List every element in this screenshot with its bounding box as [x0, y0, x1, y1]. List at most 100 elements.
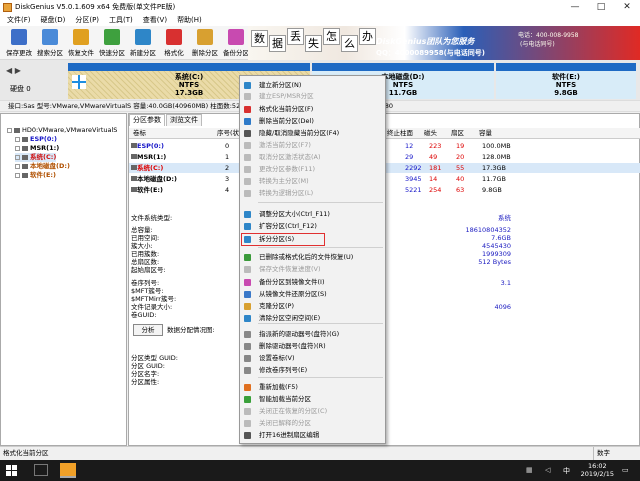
menu-disk[interactable]: 硬盘(D) — [36, 14, 71, 26]
quick-partition-button[interactable]: 快速分区 — [97, 28, 127, 58]
cell-cyl: 5221 — [405, 186, 422, 194]
menu-item-label: 激活当前分区(F7) — [259, 141, 311, 149]
menu-help[interactable]: 帮助(H) — [172, 14, 207, 26]
context-menu-item[interactable]: 删除驱动器号(盘符)(R) — [242, 341, 385, 352]
cell-head: 14 — [429, 175, 438, 183]
menu-item-label: 打开16进制扇区编辑 — [259, 431, 320, 439]
context-menu-item: 激活当前分区(F7) — [242, 140, 385, 151]
partition-icon — [22, 136, 28, 142]
menu-item-icon — [244, 331, 251, 338]
expand-icon[interactable] — [15, 136, 20, 142]
context-menu-item[interactable]: 已删除或格式化后的文件恢复(U) — [242, 252, 385, 263]
backup-partition-icon — [228, 29, 244, 45]
analyze-button[interactable]: 分析 — [133, 324, 163, 336]
context-menu-item[interactable]: 清除分区空闲空间(E) — [242, 313, 385, 324]
disk-nav-arrows[interactable]: ◀ ▶ — [6, 66, 21, 75]
new-partition-button[interactable]: 新建分区 — [128, 28, 158, 58]
context-menu-item[interactable]: 拆分分区(S) — [242, 234, 385, 245]
fs-field-label: 卷序列号: — [131, 279, 160, 287]
menu-item-icon — [244, 266, 251, 273]
context-menu-item: 保存文件恢复进度(V) — [242, 264, 385, 275]
menu-view[interactable]: 查看(V) — [138, 14, 172, 26]
tree-item[interactable]: MSR(1:) — [15, 144, 59, 153]
delete-partition-button[interactable]: 删除分区 — [190, 28, 220, 58]
menu-item-icon — [244, 303, 251, 310]
context-menu-item[interactable]: 指派新的驱动器号(盘符)(G) — [242, 329, 385, 340]
context-menu-item: 建立ESP/MSR分区 — [242, 91, 385, 102]
menu-item-icon — [244, 396, 251, 403]
taskbar-clock[interactable]: 16:02 2019/2/15 — [581, 462, 614, 478]
menu-item-icon — [244, 93, 251, 100]
clock-time: 16:02 — [587, 462, 607, 470]
start-button-icon[interactable] — [6, 465, 17, 476]
tree-item-label: MSR(1:) — [30, 144, 60, 152]
fs-field-label: $MFT簇号: — [131, 287, 164, 295]
context-menu-item[interactable]: 建立新分区(N) — [242, 80, 385, 91]
context-menu-item[interactable]: 调整分区大小(Ctrl_F11) — [242, 209, 385, 220]
context-menu-item[interactable]: 重新加载(F5) — [242, 382, 385, 393]
context-menu-item[interactable]: 删除当前分区(Del) — [242, 116, 385, 127]
tab-browse-files[interactable]: 浏览文件 — [166, 114, 202, 126]
expand-icon[interactable] — [15, 145, 20, 151]
context-menu-item[interactable]: 扩容分区(Ctrl_F12) — [242, 221, 385, 232]
expand-icon[interactable] — [15, 172, 20, 178]
menu-item-label: 克隆分区(P) — [259, 302, 294, 310]
cell-num: 3 — [225, 175, 230, 183]
format-button[interactable]: 格式化 — [159, 28, 189, 58]
ad-banner[interactable]: 数 据 丢 失 怎 么 办 DiskGenius团队为您服务 QQ：400008… — [248, 26, 640, 60]
input-language[interactable]: 中 — [563, 466, 570, 476]
context-menu-item[interactable]: 从镜像文件还原分区(S) — [242, 289, 385, 300]
context-menu-item[interactable]: 格式化当前分区(F) — [242, 104, 385, 115]
save-changes-button[interactable]: 保存更改 — [4, 28, 34, 58]
cell-head: 254 — [429, 186, 442, 194]
cell-sec: 63 — [456, 186, 465, 194]
cell-num: 2 — [225, 164, 230, 172]
backup-partition-button[interactable]: 备份分区 — [221, 28, 251, 58]
context-menu-item[interactable]: 备份分区到镜像文件(I) — [242, 277, 385, 288]
context-menu-item[interactable]: 打开16进制扇区编辑 — [242, 430, 385, 441]
context-menu-item[interactable]: 智能加载当前分区 — [242, 394, 385, 405]
fs-field-label: 簇大小: — [131, 242, 153, 250]
tree-item[interactable]: ESP(0:) — [15, 135, 57, 144]
tree-item[interactable]: 系统(C:) — [15, 153, 57, 162]
context-menu-item[interactable]: 克隆分区(P) — [242, 301, 385, 312]
maximize-button[interactable]: □ — [588, 0, 614, 14]
banner-tile: 怎 — [323, 28, 340, 45]
menu-partition[interactable]: 分区(P) — [70, 14, 104, 26]
menu-item-icon — [244, 432, 251, 439]
menu-file[interactable]: 文件(F) — [2, 14, 36, 26]
tree-item[interactable]: 软件(E:) — [15, 171, 56, 180]
network-icon[interactable]: ▦ — [526, 466, 533, 474]
fs-field-label: 文件记录大小: — [131, 303, 173, 311]
context-menu-item[interactable]: 设置卷标(V) — [242, 353, 385, 364]
minimize-button[interactable]: — — [562, 0, 588, 14]
banner-wechat: (与电话同号) — [520, 41, 555, 48]
recover-file-button[interactable]: 恢复文件 — [66, 28, 96, 58]
volume-icon[interactable]: ◁ — [545, 466, 550, 474]
partition-bar-e[interactable]: 软件(E:) NTFS 9.8GB — [496, 63, 636, 99]
search-partition-button[interactable]: 搜索分区 — [35, 28, 65, 58]
menu-tools[interactable]: 工具(T) — [104, 14, 138, 26]
expand-icon[interactable] — [15, 154, 20, 160]
menu-item-icon — [244, 343, 251, 350]
tree-item[interactable]: HD0:VMware,VMwareVirtualS — [7, 126, 117, 135]
tree-item[interactable]: 本地磁盘(D:) — [15, 162, 70, 171]
notification-icon[interactable]: ▭ — [622, 466, 629, 474]
cell-num: 4 — [225, 186, 230, 194]
menu-item-icon — [244, 420, 251, 427]
diskgenius-taskbar-icon[interactable] — [60, 463, 76, 478]
fs-field-label: 已用空间: — [131, 234, 160, 242]
expand-icon[interactable] — [7, 127, 12, 133]
fs-field-value: 3.1 — [500, 279, 511, 287]
file-explorer-icon[interactable] — [34, 464, 48, 476]
context-menu-item: 更改分区参数(F11) — [242, 164, 385, 175]
close-button[interactable]: ✕ — [614, 0, 640, 14]
menu-item-icon — [244, 82, 251, 89]
cell-head: 49 — [429, 153, 438, 161]
context-menu-item[interactable]: 隐藏/取消隐藏当前分区(F4) — [242, 128, 385, 139]
taskbar: ▦ ◁ 中 16:02 2019/2/15 ▭ — [0, 460, 640, 481]
expand-icon[interactable] — [15, 163, 20, 169]
tab-partition-params[interactable]: 分区参数 — [129, 114, 165, 126]
fs-field-label: 总扇区数: — [131, 258, 160, 266]
context-menu-item[interactable]: 修改卷序列号(E) — [242, 365, 385, 376]
